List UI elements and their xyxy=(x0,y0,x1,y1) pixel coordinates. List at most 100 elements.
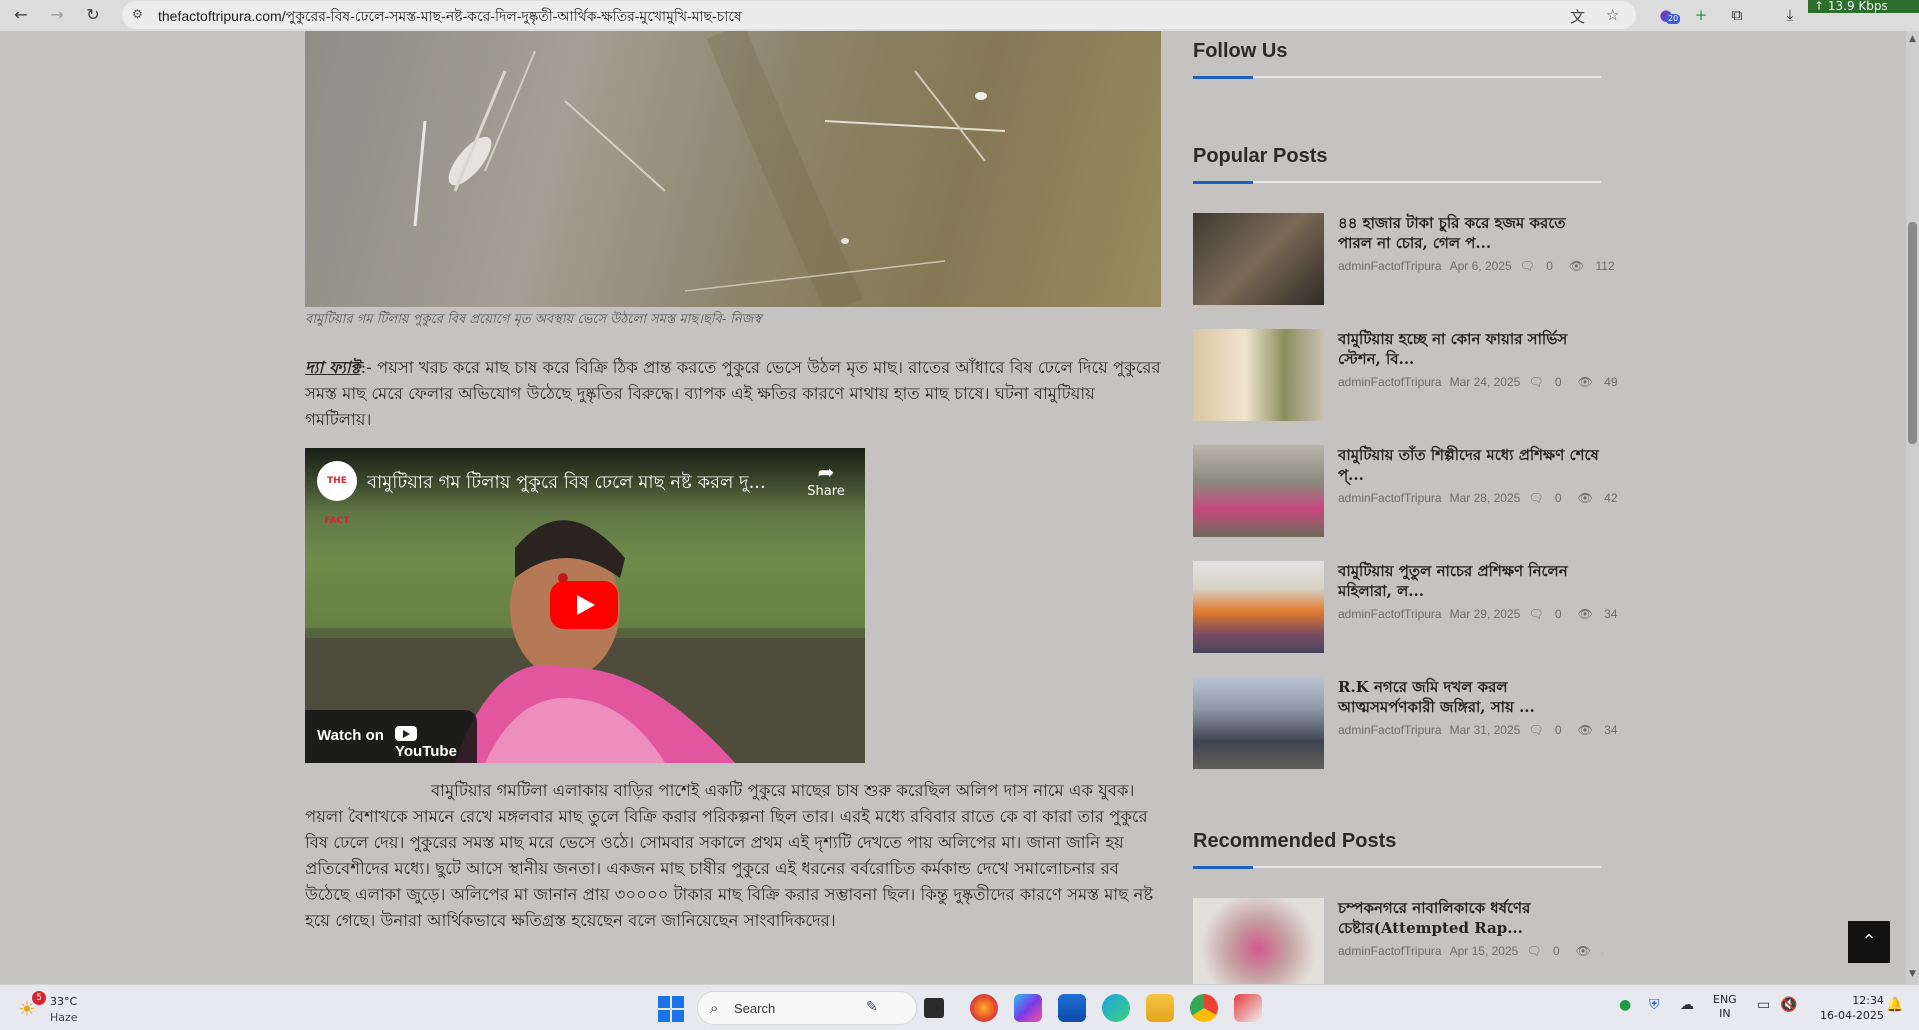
article-paragraph-2: বামুটিয়ার গমটিলা এলাকায় বাড়ির পাশেই এ… xyxy=(305,781,1154,930)
view-count: 👁 42 xyxy=(1577,491,1618,505)
youtube-label: YouTube xyxy=(395,743,457,760)
comment-icon: 🗨 xyxy=(1519,259,1535,273)
forward-arrow-icon[interactable]: → xyxy=(46,4,68,26)
weather-widget[interactable]: ☀ 5 33°C Haze xyxy=(18,991,88,1025)
post-author[interactable]: adminFactofTripura xyxy=(1338,491,1442,505)
popular-post-item[interactable]: বামুটিয়ায় হচ্ছে না কোন ফায়ার সার্ভিস … xyxy=(1193,329,1618,421)
scroll-up-arrow-icon[interactable]: ▲ xyxy=(1906,33,1919,46)
post-date: Mar 28, 2025 xyxy=(1449,491,1521,505)
post-author[interactable]: adminFactofTripura xyxy=(1338,723,1442,737)
channel-avatar[interactable]: THE FACT xyxy=(317,461,357,526)
site-settings-icon[interactable]: ⚙ xyxy=(132,7,148,23)
post-author[interactable]: adminFactofTripura xyxy=(1338,607,1442,621)
post-author[interactable]: adminFactofTripura xyxy=(1338,375,1442,389)
comment-count: 🗨 0 xyxy=(1528,723,1562,737)
add-extension-icon[interactable]: + xyxy=(1690,4,1712,26)
popular-post-item[interactable]: ৪৪ হাজার টাকা চুরি করে হজম করতে পারল না … xyxy=(1193,213,1615,305)
post-title[interactable]: ৪৪ হাজার টাকা চুরি করে হজম করতে পারল না … xyxy=(1338,213,1600,253)
recommended-post-item[interactable]: চম্পকনগরে নাবালিকাকে ধর্ষণের চেষ্টার(Att… xyxy=(1193,898,1603,984)
chrome-icon[interactable] xyxy=(1190,994,1218,1022)
share-button[interactable]: ➦ Share xyxy=(799,460,853,499)
snipping-tool-icon[interactable] xyxy=(1234,994,1262,1022)
post-author[interactable]: adminFactofTripura xyxy=(1338,259,1442,273)
lead-label[interactable]: দ্যা ফ্যাক্ট xyxy=(305,358,361,377)
scrollbar-thumb[interactable] xyxy=(1908,222,1917,444)
post-title[interactable]: বামুটিয়ায় তাঁত শিল্পীদের মধ্যে প্রশিক্… xyxy=(1338,445,1600,485)
eye-icon: 👁 xyxy=(1575,944,1591,958)
post-thumbnail[interactable] xyxy=(1193,329,1324,421)
file-explorer-icon[interactable] xyxy=(1146,994,1174,1022)
post-title[interactable]: বামুটিয়ায় পুতুল নাচের প্রশিক্ষণ নিলেন … xyxy=(1338,561,1600,601)
comment-count: 🗨 0 xyxy=(1519,259,1553,273)
popular-post-item[interactable]: বামুটিয়ায় তাঁত শিল্পীদের মধ্যে প্রশিক্… xyxy=(1193,445,1618,537)
extension-icon[interactable]: ● 20 xyxy=(1655,4,1681,26)
post-meta: adminFactofTripura Apr 6, 2025 🗨 0 👁 112 xyxy=(1338,259,1631,273)
notification-bell-icon[interactable]: 🔔 xyxy=(1886,997,1903,1013)
system-clock[interactable]: 12:34 16-04-2025 xyxy=(1820,993,1884,1023)
post-meta: adminFactofTripura Apr 15, 2025 🗨 0 👁 30 xyxy=(1338,944,1603,958)
post-author[interactable]: adminFactofTripura xyxy=(1338,944,1442,958)
taskbar-search[interactable]: ⌕ Search ✎ xyxy=(697,991,917,1025)
url-text[interactable]: thefactoftripura.com/পুকুরের-বিষ-ঢেলে-সম… xyxy=(158,5,742,29)
image-caption: বামুটিয়ার গম টিলায় পুকুরে বিষ প্রয়োগে… xyxy=(305,312,762,327)
scroll-down-arrow-icon[interactable]: ▼ xyxy=(1906,968,1919,981)
firefox-icon[interactable] xyxy=(970,994,998,1022)
task-view-icon[interactable] xyxy=(924,998,944,1018)
browser-toolbar: ← → ↻ ⚙ thefactoftripura.com/পুকুরের-বিষ… xyxy=(0,0,1919,31)
youtube-embed[interactable]: THE FACT বামুটিয়ার গম টিলায় পুকুরে বিষ… xyxy=(305,448,865,763)
post-thumbnail[interactable] xyxy=(1193,445,1324,537)
clock-date: 16-04-2025 xyxy=(1820,1009,1884,1022)
post-thumbnail[interactable] xyxy=(1193,898,1324,984)
volume-muted-icon[interactable]: 🔇 xyxy=(1780,997,1797,1013)
eye-icon: 👁 xyxy=(1568,259,1585,273)
chevron-up-icon: ⌃ xyxy=(1861,931,1877,952)
popular-post-item[interactable]: বামুটিয়ায় পুতুল নাচের প্রশিক্ষণ নিলেন … xyxy=(1193,561,1618,653)
post-meta: adminFactofTripura Mar 24, 2025 🗨 0 👁 49 xyxy=(1338,375,1634,389)
bookmark-star-icon[interactable]: ☆ xyxy=(1606,6,1619,24)
post-date: Mar 29, 2025 xyxy=(1449,607,1521,621)
security-shield-icon[interactable]: ⛨ xyxy=(1649,997,1660,1013)
tray-app-icon[interactable]: ● xyxy=(1619,997,1631,1013)
post-thumbnail[interactable] xyxy=(1193,561,1324,653)
video-title[interactable]: বামুটিয়ার গম টিলায় পুকুরে বিষ ঢেলে মাছ… xyxy=(367,468,767,499)
network-icon[interactable]: ▭ xyxy=(1757,997,1770,1013)
back-arrow-icon[interactable]: ← xyxy=(10,4,32,26)
copilot-icon[interactable] xyxy=(1014,994,1042,1022)
language-indicator[interactable]: ENG IN xyxy=(1713,993,1737,1021)
address-bar[interactable]: ⚙ thefactoftripura.com/পুকুরের-বিষ-ঢেলে-… xyxy=(122,1,1636,29)
network-speed-badge: ↑ 13.9 Kbps xyxy=(1808,0,1919,13)
back-to-top-button[interactable]: ⌃ xyxy=(1848,921,1890,963)
comment-count: 🗨 0 xyxy=(1528,375,1562,389)
watch-on-youtube-button[interactable]: Watch on YouTube xyxy=(305,710,477,763)
translate-icon[interactable]: 文 xyxy=(1570,6,1585,27)
eye-icon: 👁 xyxy=(1577,375,1593,389)
post-title[interactable]: বামুটিয়ায় হচ্ছে না কোন ফায়ার সার্ভিস … xyxy=(1338,329,1600,369)
temperature: 33°C xyxy=(50,995,78,1008)
extensions-puzzle-icon[interactable]: ⧉ xyxy=(1726,4,1748,26)
popular-post-item[interactable]: R.K নগরে জমি দখল করল আত্মসমর্পণকারী জঙ্গ… xyxy=(1193,677,1618,769)
follow-us-divider xyxy=(1193,76,1601,79)
start-button[interactable] xyxy=(658,996,684,1022)
store-icon[interactable] xyxy=(1058,994,1086,1022)
reload-icon[interactable]: ↻ xyxy=(82,4,104,26)
post-title[interactable]: চম্পকনগরে নাবালিকাকে ধর্ষণের চেষ্টার(Att… xyxy=(1338,898,1600,938)
comment-count: 🗨 0 xyxy=(1528,607,1562,621)
page-scrollbar[interactable] xyxy=(1906,31,1919,984)
post-title[interactable]: R.K নগরে জমি দখল করল আত্মসমর্পণকারী জঙ্গ… xyxy=(1338,677,1600,717)
search-highlight-icon: ✎ xyxy=(866,999,878,1015)
comment-icon: 🗨 xyxy=(1528,607,1544,621)
view-count: 👁 34 xyxy=(1577,607,1618,621)
post-date: Mar 24, 2025 xyxy=(1449,375,1521,389)
post-date: Mar 31, 2025 xyxy=(1449,723,1521,737)
edge-icon[interactable] xyxy=(1102,994,1130,1022)
popular-posts-heading: Popular Posts xyxy=(1193,145,1328,167)
post-thumbnail[interactable] xyxy=(1193,213,1324,305)
eye-icon: 👁 xyxy=(1577,491,1593,505)
download-icon[interactable]: ⤓ xyxy=(1779,4,1801,26)
search-placeholder: Search xyxy=(734,1001,776,1016)
onedrive-cloud-icon[interactable]: ☁ xyxy=(1680,997,1694,1013)
play-button[interactable] xyxy=(550,581,618,629)
paragraph-1-text: :- পয়সা খরচ করে মাছ চাষ করে বিক্রি ঠিক … xyxy=(305,358,1161,429)
post-thumbnail[interactable] xyxy=(1193,677,1324,769)
view-count: 👁 112 xyxy=(1568,259,1615,273)
